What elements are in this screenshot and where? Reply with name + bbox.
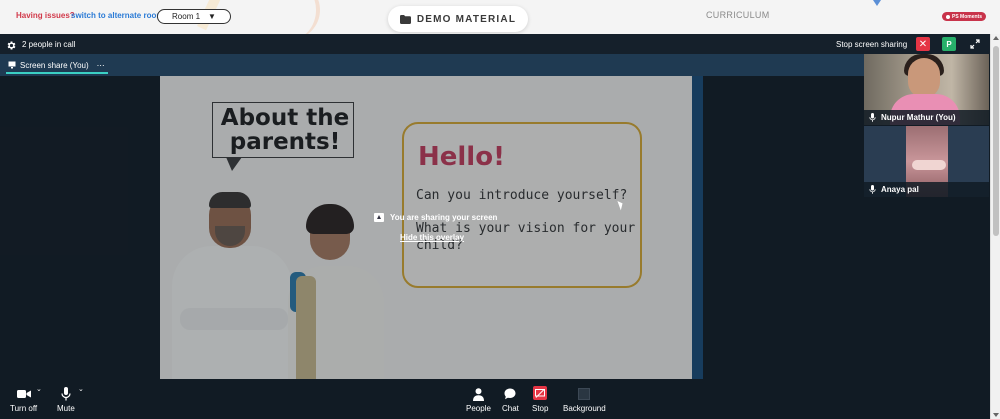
camera-button[interactable]: Turn off: [10, 387, 37, 413]
page-scrollbar[interactable]: [990, 34, 1000, 419]
share-tab-bar: Screen share (You) ⋯: [0, 54, 864, 76]
participant-tile[interactable]: Nupur Mathur (You): [864, 54, 989, 125]
participant-face: [908, 58, 940, 98]
room-select[interactable]: Room 1 ▼: [157, 9, 231, 24]
caret-down-icon: ▼: [208, 12, 216, 21]
tab-screen-share[interactable]: Screen share (You) ⋯: [6, 58, 108, 74]
participant-name: Nupur Mathur (You): [881, 113, 956, 122]
screen-share-icon: [374, 213, 384, 222]
sharing-overlay-shade: [0, 76, 864, 379]
camera-label: Turn off: [10, 404, 38, 413]
call-toolbar: Turn off ⌄ Mute ⌄ People Chat Stop Backg…: [0, 379, 990, 419]
demo-material-button[interactable]: DEMO MATERIAL: [388, 6, 528, 32]
participant-name: Anaya pal: [881, 185, 919, 194]
people-count: 2 people in call: [22, 40, 76, 49]
gear-icon[interactable]: [6, 38, 17, 50]
call-header: 2 people in call Stop screen sharing ✕ P: [0, 34, 990, 54]
issues-text: Having issues?: [16, 11, 75, 20]
folder-icon: [399, 14, 411, 24]
mic-options-chevron-icon[interactable]: ⌄: [78, 385, 84, 393]
participant-label: Nupur Mathur (You): [864, 110, 989, 125]
meeting-window: 2 people in call Stop screen sharing ✕ P…: [0, 34, 990, 419]
more-options-icon[interactable]: ⋯: [97, 61, 106, 70]
stop-share-button[interactable]: Stop: [532, 385, 548, 413]
background-button[interactable]: Background: [563, 387, 606, 413]
close-icon: ✕: [918, 38, 928, 50]
sharing-overlay-message: You are sharing your screen: [374, 213, 497, 222]
person-icon: [472, 387, 484, 401]
chat-button[interactable]: Chat: [502, 387, 519, 413]
expand-icon: [970, 39, 980, 49]
microphone-icon: [869, 113, 876, 122]
microphone-icon: [61, 387, 71, 401]
chat-label: Chat: [502, 404, 519, 413]
curriculum-tab[interactable]: CURRICULUM: [706, 10, 770, 20]
marker-pin-icon: [873, 0, 881, 6]
top-bar: Having issues? switch to alternate room …: [0, 0, 1000, 40]
scroll-down-arrow-icon[interactable]: [993, 413, 999, 417]
chat-bubble-icon: [504, 388, 516, 400]
stop-sharing-button[interactable]: ✕: [916, 37, 930, 51]
demo-material-label: DEMO MATERIAL: [416, 13, 517, 25]
avatar[interactable]: P: [942, 37, 956, 51]
background-label: Background: [563, 404, 606, 413]
video-camera-icon: [16, 390, 31, 398]
monitor-icon: [8, 61, 16, 69]
microphone-icon: [869, 185, 876, 194]
screen-share-stage: About the parents! Hello! Can you introd…: [0, 76, 864, 379]
tab-label: Screen share (You): [20, 60, 89, 70]
app-root: Having issues? switch to alternate room …: [0, 0, 1000, 419]
stop-label: Stop: [532, 404, 549, 413]
room-select-value: Room 1: [172, 12, 201, 21]
scrollbar-thumb[interactable]: [993, 46, 999, 236]
people-label: People: [466, 404, 491, 413]
ps-moments-label: PS Moments: [952, 13, 983, 20]
stop-sharing-label: Stop screen sharing: [836, 40, 908, 49]
scroll-up-arrow-icon[interactable]: [993, 36, 999, 40]
record-dot-icon: [946, 14, 950, 19]
ps-moments-badge[interactable]: PS Moments: [942, 12, 987, 21]
fullscreen-button[interactable]: [968, 37, 982, 51]
sharing-message: You are sharing your screen: [390, 213, 498, 222]
mute-button[interactable]: Mute: [57, 387, 75, 413]
participant-tile[interactable]: Anaya pal: [864, 126, 989, 197]
background-icon: [578, 388, 591, 400]
people-button[interactable]: People: [466, 387, 491, 413]
participant-label: Anaya pal: [864, 182, 989, 197]
stop-share-icon: [533, 386, 548, 400]
mute-label: Mute: [57, 404, 75, 413]
camera-options-chevron-icon[interactable]: ⌄: [36, 385, 42, 393]
hide-overlay-link[interactable]: Hide this overlay: [400, 233, 464, 242]
alternate-room-link[interactable]: switch to alternate room: [71, 11, 163, 20]
